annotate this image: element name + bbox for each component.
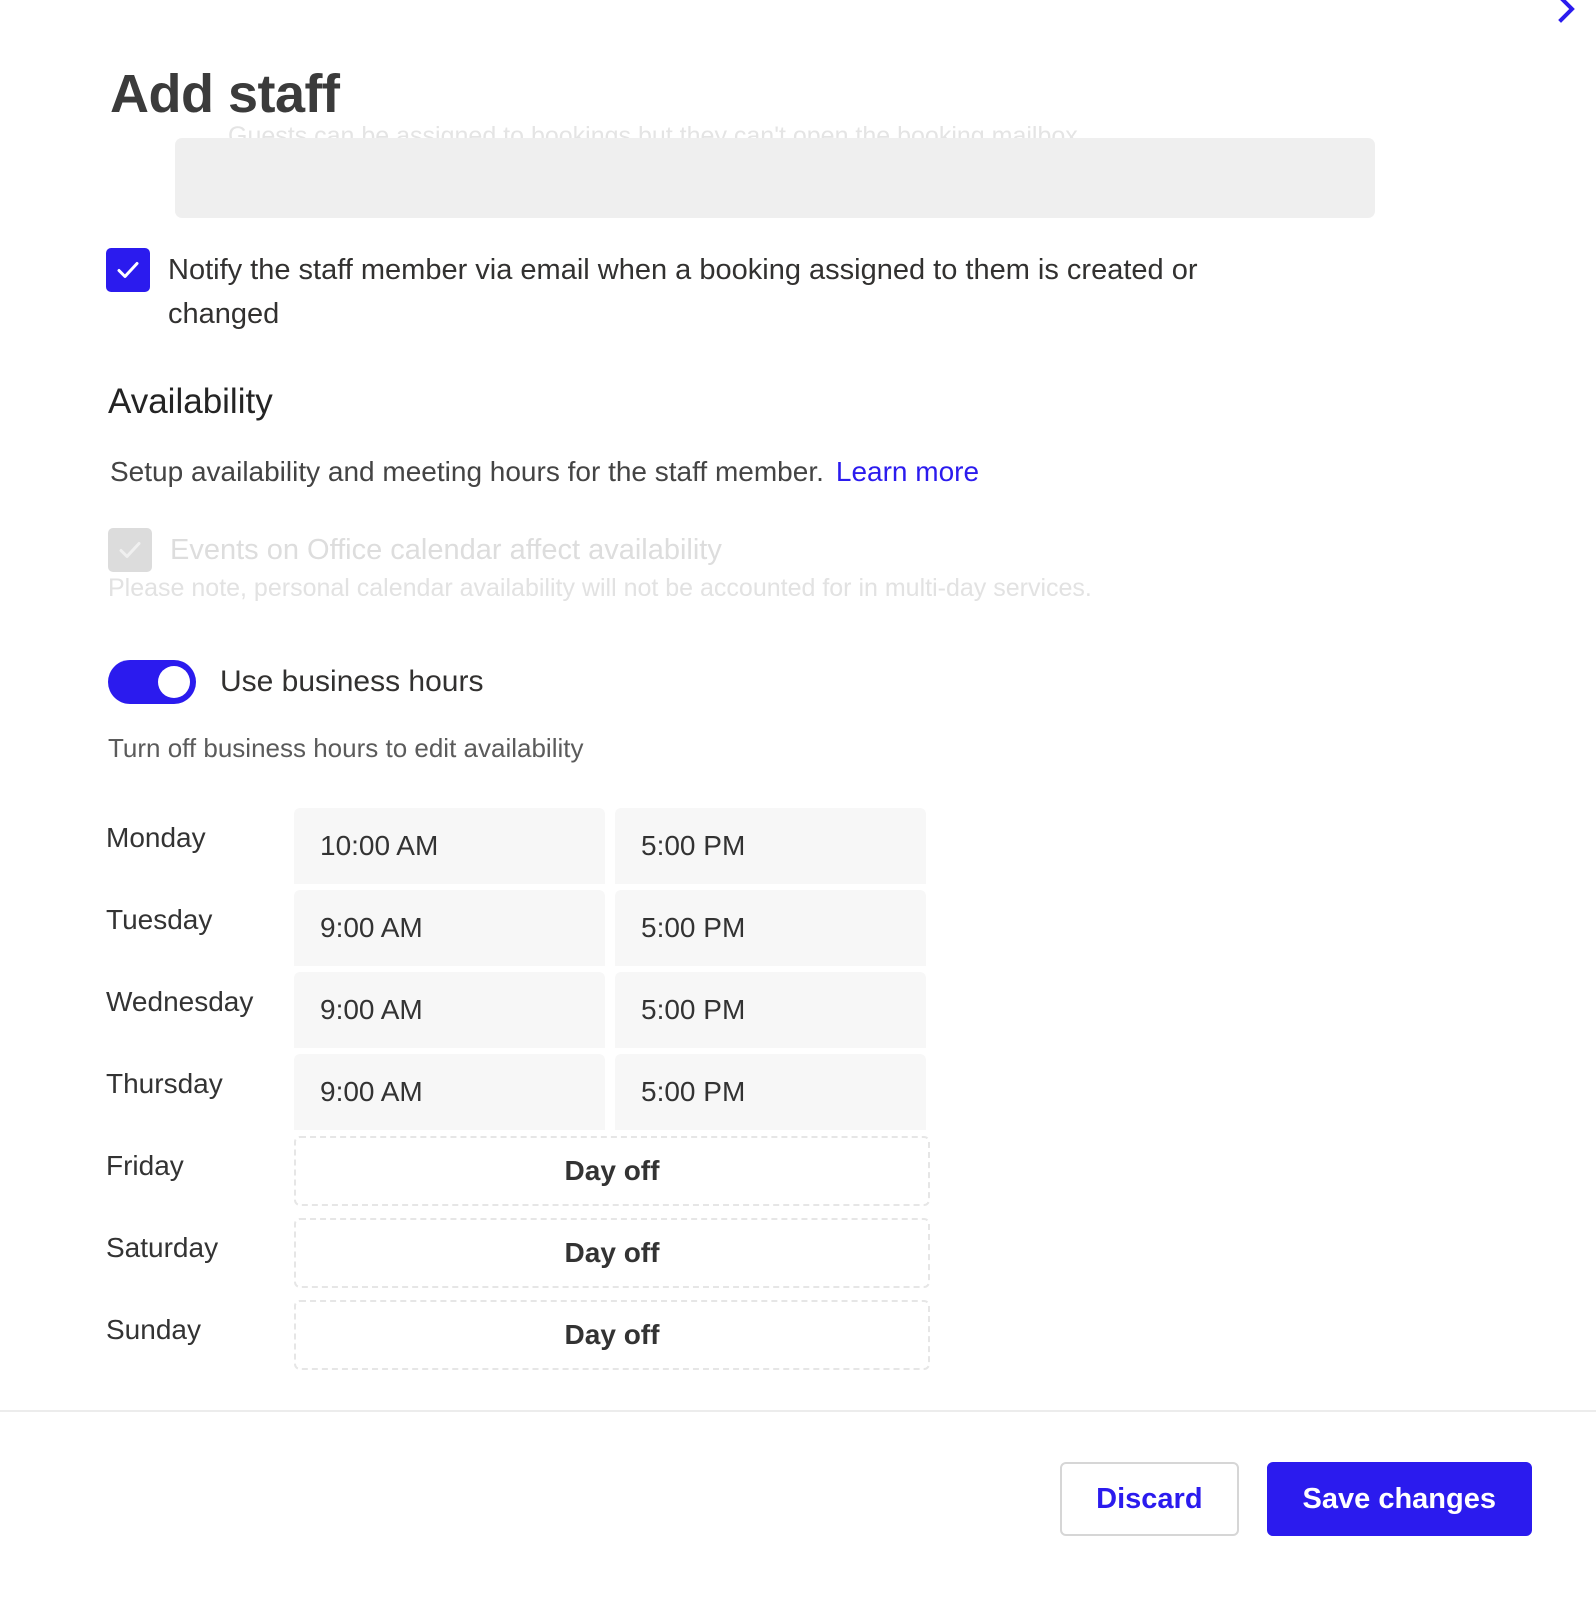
schedule-row-friday: Friday Day off	[106, 1136, 936, 1218]
day-label: Thursday	[106, 1068, 223, 1099]
save-changes-button[interactable]: Save changes	[1266, 1462, 1532, 1536]
use-business-hours-label: Use business hours	[220, 665, 484, 698]
day-off-field[interactable]: Day off	[294, 1136, 930, 1206]
office-calendar-checkbox	[108, 528, 152, 572]
day-label: Sunday	[106, 1314, 201, 1345]
close-chevron-icon[interactable]	[1544, 0, 1590, 32]
toggle-knob	[158, 666, 190, 698]
notify-checkbox[interactable]	[106, 248, 150, 292]
end-time-field[interactable]: 5:00 PM	[615, 808, 926, 884]
footer-divider	[0, 1410, 1596, 1412]
time-cells: 9:00 AM 5:00 PM	[294, 1054, 936, 1130]
day-off-field[interactable]: Day off	[294, 1300, 930, 1370]
day-label: Tuesday	[106, 904, 213, 935]
start-time-field[interactable]: 9:00 AM	[294, 1054, 605, 1130]
schedule-row-sunday: Sunday Day off	[106, 1300, 936, 1382]
day-label: Wednesday	[106, 986, 254, 1017]
learn-more-link[interactable]: Learn more	[836, 456, 979, 487]
time-cells: Day off	[294, 1300, 936, 1370]
schedule-row-thursday: Thursday 9:00 AM 5:00 PM	[106, 1054, 936, 1136]
schedule-row-wednesday: Wednesday 9:00 AM 5:00 PM	[106, 972, 936, 1054]
day-label: Friday	[106, 1150, 184, 1181]
office-calendar-row: Events on Office calendar affect availab…	[108, 528, 722, 572]
end-time-field[interactable]: 5:00 PM	[615, 972, 926, 1048]
end-time-field[interactable]: 5:00 PM	[615, 1054, 926, 1130]
time-cells: Day off	[294, 1136, 936, 1206]
add-staff-panel: Guests can be assigned to bookings but t…	[0, 0, 1596, 1599]
time-cells: Day off	[294, 1218, 936, 1288]
time-cells: 9:00 AM 5:00 PM	[294, 890, 936, 966]
footer-actions: Discard Save changes	[1060, 1462, 1532, 1536]
schedule-row-tuesday: Tuesday 9:00 AM 5:00 PM	[106, 890, 936, 972]
start-time-field[interactable]: 9:00 AM	[294, 890, 605, 966]
use-business-hours-row[interactable]: Use business hours	[108, 660, 483, 704]
schedule-row-saturday: Saturday Day off	[106, 1218, 936, 1300]
time-cells: 10:00 AM 5:00 PM	[294, 808, 936, 884]
end-time-field[interactable]: 5:00 PM	[615, 890, 926, 966]
start-time-field[interactable]: 9:00 AM	[294, 972, 605, 1048]
office-calendar-note: Please note, personal calendar availabil…	[108, 574, 1092, 602]
day-label: Saturday	[106, 1232, 219, 1263]
use-business-hours-toggle[interactable]	[108, 660, 196, 704]
notify-staff-row[interactable]: Notify the staff member via email when a…	[106, 248, 1306, 336]
availability-description: Setup availability and meeting hours for…	[110, 456, 979, 488]
notify-checkbox-label: Notify the staff member via email when a…	[168, 254, 1198, 330]
day-off-field[interactable]: Day off	[294, 1218, 930, 1288]
business-hours-hint: Turn off business hours to edit availabi…	[108, 733, 584, 763]
availability-heading: Availability	[108, 382, 273, 421]
page-title: Add staff	[110, 64, 340, 124]
weekly-schedule: Monday 10:00 AM 5:00 PM Tuesday 9:00 AM …	[106, 808, 936, 1382]
availability-description-text: Setup availability and meeting hours for…	[110, 456, 824, 487]
notes-textarea[interactable]	[175, 138, 1375, 218]
start-time-field[interactable]: 10:00 AM	[294, 808, 605, 884]
time-cells: 9:00 AM 5:00 PM	[294, 972, 936, 1048]
schedule-row-monday: Monday 10:00 AM 5:00 PM	[106, 808, 936, 890]
discard-button[interactable]: Discard	[1060, 1462, 1239, 1536]
day-label: Monday	[106, 822, 206, 853]
office-calendar-label: Events on Office calendar affect availab…	[170, 533, 722, 566]
